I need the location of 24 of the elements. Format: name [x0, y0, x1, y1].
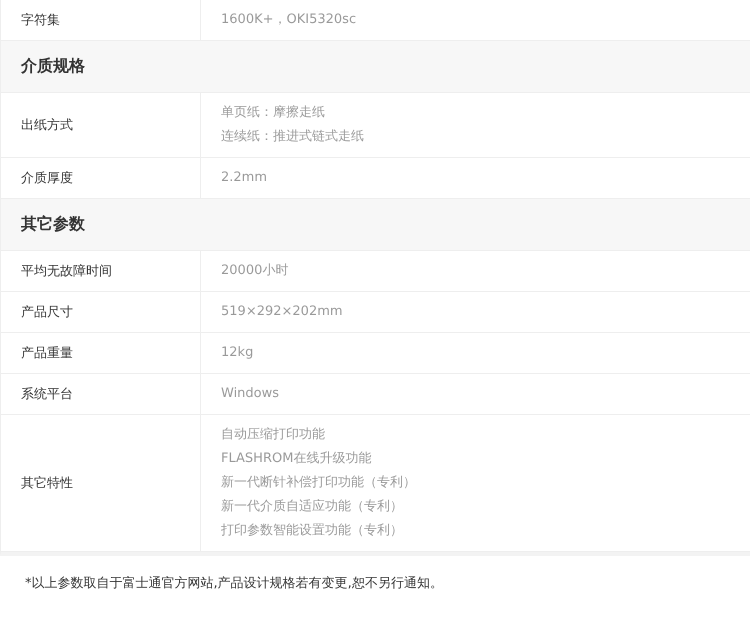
spec-value: 新一代介质自适应功能（专利）: [221, 498, 403, 516]
spec-value: Windows: [221, 385, 280, 403]
spec-label: 字符集: [1, 0, 201, 40]
section-title: 介质规格: [21, 56, 85, 77]
spec-label: 出纸方式: [1, 93, 201, 157]
spec-value: 打印参数智能设置功能（专利）: [221, 522, 403, 540]
spec-label: 产品重量: [1, 333, 201, 373]
spec-label: 其它特性: [1, 415, 201, 551]
spec-value: 20000小时: [221, 262, 288, 280]
spec-label: 平均无故障时间: [1, 251, 201, 291]
spec-value: 1600K+，OKI5320sc: [221, 11, 356, 29]
spec-label: 系统平台: [1, 374, 201, 414]
spec-value: 2.2mm: [221, 169, 268, 187]
spec-value: 连续纸：推进式链式走纸: [221, 128, 364, 146]
spec-value: 新一代断针补偿打印功能（专利）: [221, 474, 416, 492]
spec-label: 产品尺寸: [1, 292, 201, 332]
spec-value: 519×292×202mm: [221, 303, 343, 321]
spec-label: 介质厚度: [1, 158, 201, 198]
footnote: *以上参数取自于富士通官方网站,产品设计规格若有变更,恕不另行通知。: [25, 575, 443, 592]
spec-value: 单页纸：摩擦走纸: [221, 104, 325, 122]
section-title: 其它参数: [21, 214, 85, 235]
spec-value: 自动压缩打印功能: [221, 426, 325, 444]
spec-value: FLASHROM在线升级功能: [221, 450, 372, 468]
spec-value: 12kg: [221, 344, 254, 362]
